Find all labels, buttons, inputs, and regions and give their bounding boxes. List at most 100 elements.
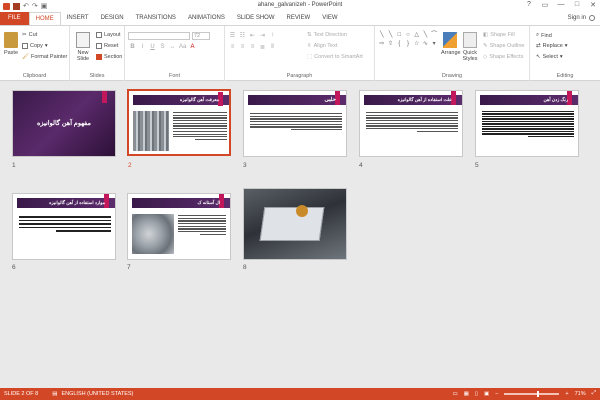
copy-button[interactable]: Copy ▾ [22,43,48,49]
align-center-icon[interactable]: ≡ [239,44,246,51]
reset-icon [96,43,102,49]
layout-button[interactable]: Layout [96,32,121,38]
paste-button[interactable]: Paste [2,32,20,56]
shape-arc-icon[interactable]: ⌒ [430,31,438,39]
shape-line3-icon[interactable]: ╲ [422,31,430,39]
slide-body-text [250,113,342,131]
window-controls: ? ▭ — □ ✕ [524,1,598,9]
shape-oval-icon[interactable]: ○ [404,31,412,39]
char-spacing-icon[interactable]: ↔ [169,44,176,50]
tab-slide-show[interactable]: SLIDE SHOW [231,12,281,25]
zoom-slider[interactable] [504,390,560,397]
slide-thumbnail-1[interactable]: مفهوم آهن گالوانیزه [12,90,116,157]
minimize-button[interactable]: — [556,1,566,9]
text-direction-button[interactable]: ⇅ Text Direction [307,32,347,38]
bold-icon[interactable]: B [129,44,136,50]
slide-thumbnail-5[interactable]: رنگ زدن آهن [475,90,579,157]
font-color-icon[interactable]: A [189,44,196,50]
justify-icon[interactable]: ≣ [259,44,266,51]
reset-label: Reset [104,43,119,49]
slide-thumbnail-4[interactable]: علت استفاده از آهن گالوانیزه [359,90,463,157]
slide-thumbnail-3[interactable]: حلبی [243,90,347,157]
shape-effects-button[interactable]: ◇ Shape Effects [483,54,523,60]
shape-brace2-icon[interactable]: } [404,40,412,48]
zoom-level[interactable]: 71% [575,391,586,397]
fit-slide-icon[interactable]: ⤢ [592,390,596,397]
language-indicator[interactable]: ENGLISH (UNITED STATES) [57,391,133,397]
strikethrough-icon[interactable]: S [159,44,166,50]
help-button[interactable]: ? [524,1,534,9]
proofing-icon[interactable]: ▤ [38,391,57,397]
tab-animations[interactable]: ANIMATIONS [182,12,231,25]
slide-sorter-view-icon[interactable]: ▦ [464,391,469,397]
slide-thumbnail-7[interactable]: ال آستانه ک [127,193,231,260]
shape-outline-button[interactable]: ✎ Shape Outline [483,43,524,49]
editing-group: ⌕ Find ⇄ Replace ▾ ↖ Select ▾ Editing [530,26,600,81]
tab-insert[interactable]: INSERT [61,12,95,25]
decrease-indent-icon[interactable]: ⇤ [249,32,256,39]
shape-line-icon[interactable]: ╲ [378,31,386,39]
shape-line2-icon[interactable]: ╲ [387,31,395,39]
sign-in[interactable]: Sign in [568,15,595,21]
numbering-icon[interactable]: ☷ [239,32,246,39]
shape-triangle-icon[interactable]: △ [413,31,421,39]
align-text-icon: ⇳ [307,43,312,49]
quick-styles-icon [463,32,477,48]
zoom-slider-thumb[interactable] [537,390,540,397]
increase-indent-icon[interactable]: ⇥ [259,32,266,39]
reset-button[interactable]: Reset [96,43,118,49]
align-left-icon[interactable]: ≡ [229,44,236,51]
shape-rect-icon[interactable]: □ [395,31,403,39]
format-painter-button[interactable]: 🖌 Format Painter [22,54,67,60]
shapes-gallery[interactable]: ╲ ╲ □ ○ △ ╲ ⌒ ⇨ ⇧ { } ☆ ∿ ▾ [378,31,438,61]
slide-thumbnail-8[interactable] [243,188,347,260]
font-name-box[interactable] [128,32,190,40]
line-spacing-icon[interactable]: ↕ [269,32,276,39]
convert-smartart-button[interactable]: ⬚ Convert to SmartArt [307,54,363,60]
tab-home[interactable]: HOME [28,12,61,25]
quick-styles-button[interactable]: Quick Styles [461,32,479,62]
shape-star-icon[interactable]: ☆ [413,40,421,48]
slide-thumbnail-2[interactable]: معرفت آهن گالوانیزه [127,89,231,156]
shape-uparrow-icon[interactable]: ⇧ [387,40,395,48]
underline-icon[interactable]: U [149,44,156,50]
shape-brace-icon[interactable]: { [395,40,403,48]
align-text-button[interactable]: ⇳ Align Text [307,43,337,49]
replace-button[interactable]: ⇄ Replace ▾ [536,43,568,49]
clipboard-group-label: Clipboard [22,73,47,79]
slideshow-view-icon[interactable]: ▣ [484,391,489,397]
slide-thumbnail-6[interactable]: موارد استفاده از آهن گالوانیزه [12,193,116,260]
reading-view-icon[interactable]: ▯ [475,391,478,397]
find-button[interactable]: ⌕ Find [536,32,552,39]
font-size-box[interactable]: 72 [192,32,210,40]
new-slide-button[interactable]: New Slide [72,32,94,62]
columns-icon[interactable]: ⫴ [269,44,276,51]
smiley-icon[interactable] [589,15,595,21]
section-label: Section [104,54,123,60]
tab-file[interactable]: FILE [0,12,29,25]
normal-view-icon[interactable]: ▭ [453,391,458,397]
slide-body-text [366,112,458,132]
section-button[interactable]: Section [96,54,122,60]
change-case-icon[interactable]: Aa [179,44,186,50]
arrange-button[interactable]: Arrange [441,32,461,56]
shape-arrow-icon[interactable]: ⇨ [378,40,386,48]
zoom-out-button[interactable]: − [495,391,498,397]
bullets-icon[interactable]: ☰ [229,32,236,39]
shape-fill-button[interactable]: ◧ Shape Fill [483,32,515,38]
align-right-icon[interactable]: ≡ [249,44,256,51]
shape-curve-icon[interactable]: ∿ [422,40,430,48]
select-button[interactable]: ↖ Select ▾ [536,54,563,60]
tab-view[interactable]: VIEW [316,12,343,25]
ribbon-display-button[interactable]: ▭ [540,1,550,9]
zoom-in-button[interactable]: + [565,391,568,397]
slide-number: 6 [12,264,16,271]
italic-icon[interactable]: I [139,44,146,50]
tab-review[interactable]: REVIEW [281,12,317,25]
close-button[interactable]: ✕ [588,1,598,9]
cut-button[interactable]: ✂ Cut [22,32,37,38]
shape-more-icon[interactable]: ▾ [430,40,438,48]
maximize-button[interactable]: □ [572,1,582,9]
tab-transitions[interactable]: TRANSITIONS [130,12,182,25]
tab-design[interactable]: DESIGN [95,12,130,25]
